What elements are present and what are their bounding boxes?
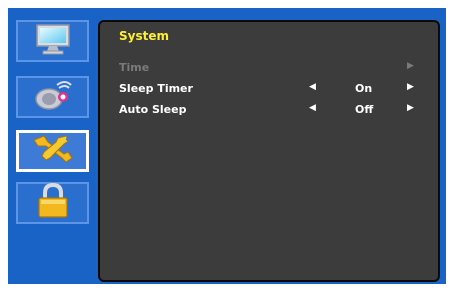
system-menu-panel: System Time ▶ Sleep Timer ◀ On ▶ Auto Sl… bbox=[98, 20, 440, 282]
row-value: On bbox=[355, 82, 373, 95]
menu-row-time[interactable]: Time ▶ bbox=[119, 61, 419, 77]
arrow-right-icon[interactable]: ▶ bbox=[407, 103, 414, 113]
row-value: Off bbox=[355, 103, 374, 116]
menu-sound-button[interactable] bbox=[16, 76, 89, 118]
menu-row-sleep-timer[interactable]: Sleep Timer ◀ On ▶ bbox=[119, 82, 419, 98]
panel-title: System bbox=[119, 29, 169, 43]
lock-icon bbox=[33, 182, 73, 223]
row-label: Sleep Timer bbox=[119, 82, 193, 95]
row-label: Time bbox=[119, 61, 150, 74]
audio-icon bbox=[29, 77, 77, 117]
tools-icon bbox=[28, 132, 78, 170]
arrow-right-icon[interactable]: ▶ bbox=[407, 82, 414, 92]
arrow-left-icon[interactable]: ◀ bbox=[309, 82, 316, 92]
menu-picture-button[interactable] bbox=[16, 20, 89, 62]
arrow-left-icon[interactable]: ◀ bbox=[309, 103, 316, 113]
arrow-right-icon[interactable]: ▶ bbox=[407, 61, 414, 71]
row-label: Auto Sleep bbox=[119, 103, 187, 116]
monitor-icon bbox=[31, 22, 75, 60]
menu-row-auto-sleep[interactable]: Auto Sleep ◀ Off ▶ bbox=[119, 103, 419, 119]
menu-system-button[interactable] bbox=[16, 130, 89, 172]
menu-lock-button[interactable] bbox=[16, 182, 89, 224]
